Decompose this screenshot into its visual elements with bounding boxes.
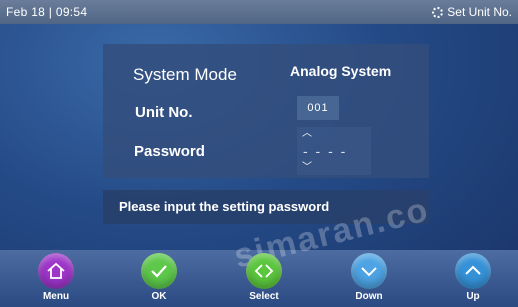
system-mode-label: System Mode xyxy=(133,65,237,84)
password-value: - - - - xyxy=(303,143,348,159)
down-button[interactable]: Down xyxy=(334,253,404,307)
status-bar: Feb 18 | 09:54 Set Unit No. xyxy=(0,0,518,24)
unit-no-field[interactable]: 001 xyxy=(297,96,339,120)
chevron-down-icon[interactable]: ﹀ xyxy=(302,163,312,173)
screen-title-area: Set Unit No. xyxy=(432,0,512,24)
chevron-down-icon xyxy=(351,253,387,289)
screen-title: Set Unit No. xyxy=(447,5,512,19)
ok-button[interactable]: OK xyxy=(124,253,194,307)
check-icon xyxy=(141,253,177,289)
password-label: Password xyxy=(134,143,205,160)
password-field[interactable]: ︿ - - - - ﹀ xyxy=(297,127,371,175)
settings-panel: System Mode Analog System Unit No. 001 P… xyxy=(103,44,429,178)
menu-button[interactable]: Menu xyxy=(21,253,91,307)
diamond-arrows-icon xyxy=(246,253,282,289)
chevron-up-icon[interactable]: ︿ xyxy=(302,129,312,139)
select-label: Select xyxy=(249,291,279,302)
menu-label: Menu xyxy=(42,291,70,302)
date-time: Feb 18 | 09:54 xyxy=(6,5,88,19)
down-label: Down xyxy=(355,291,383,302)
unit-no-label: Unit No. xyxy=(135,104,193,121)
select-button[interactable]: Select xyxy=(229,253,299,307)
gear-icon xyxy=(432,6,444,18)
ok-label: OK xyxy=(151,291,167,302)
chevron-up-icon xyxy=(455,253,491,289)
up-button[interactable]: Up xyxy=(438,253,508,307)
up-label: Up xyxy=(466,291,480,302)
home-icon xyxy=(38,253,74,289)
system-mode-value[interactable]: Analog System xyxy=(290,63,391,79)
